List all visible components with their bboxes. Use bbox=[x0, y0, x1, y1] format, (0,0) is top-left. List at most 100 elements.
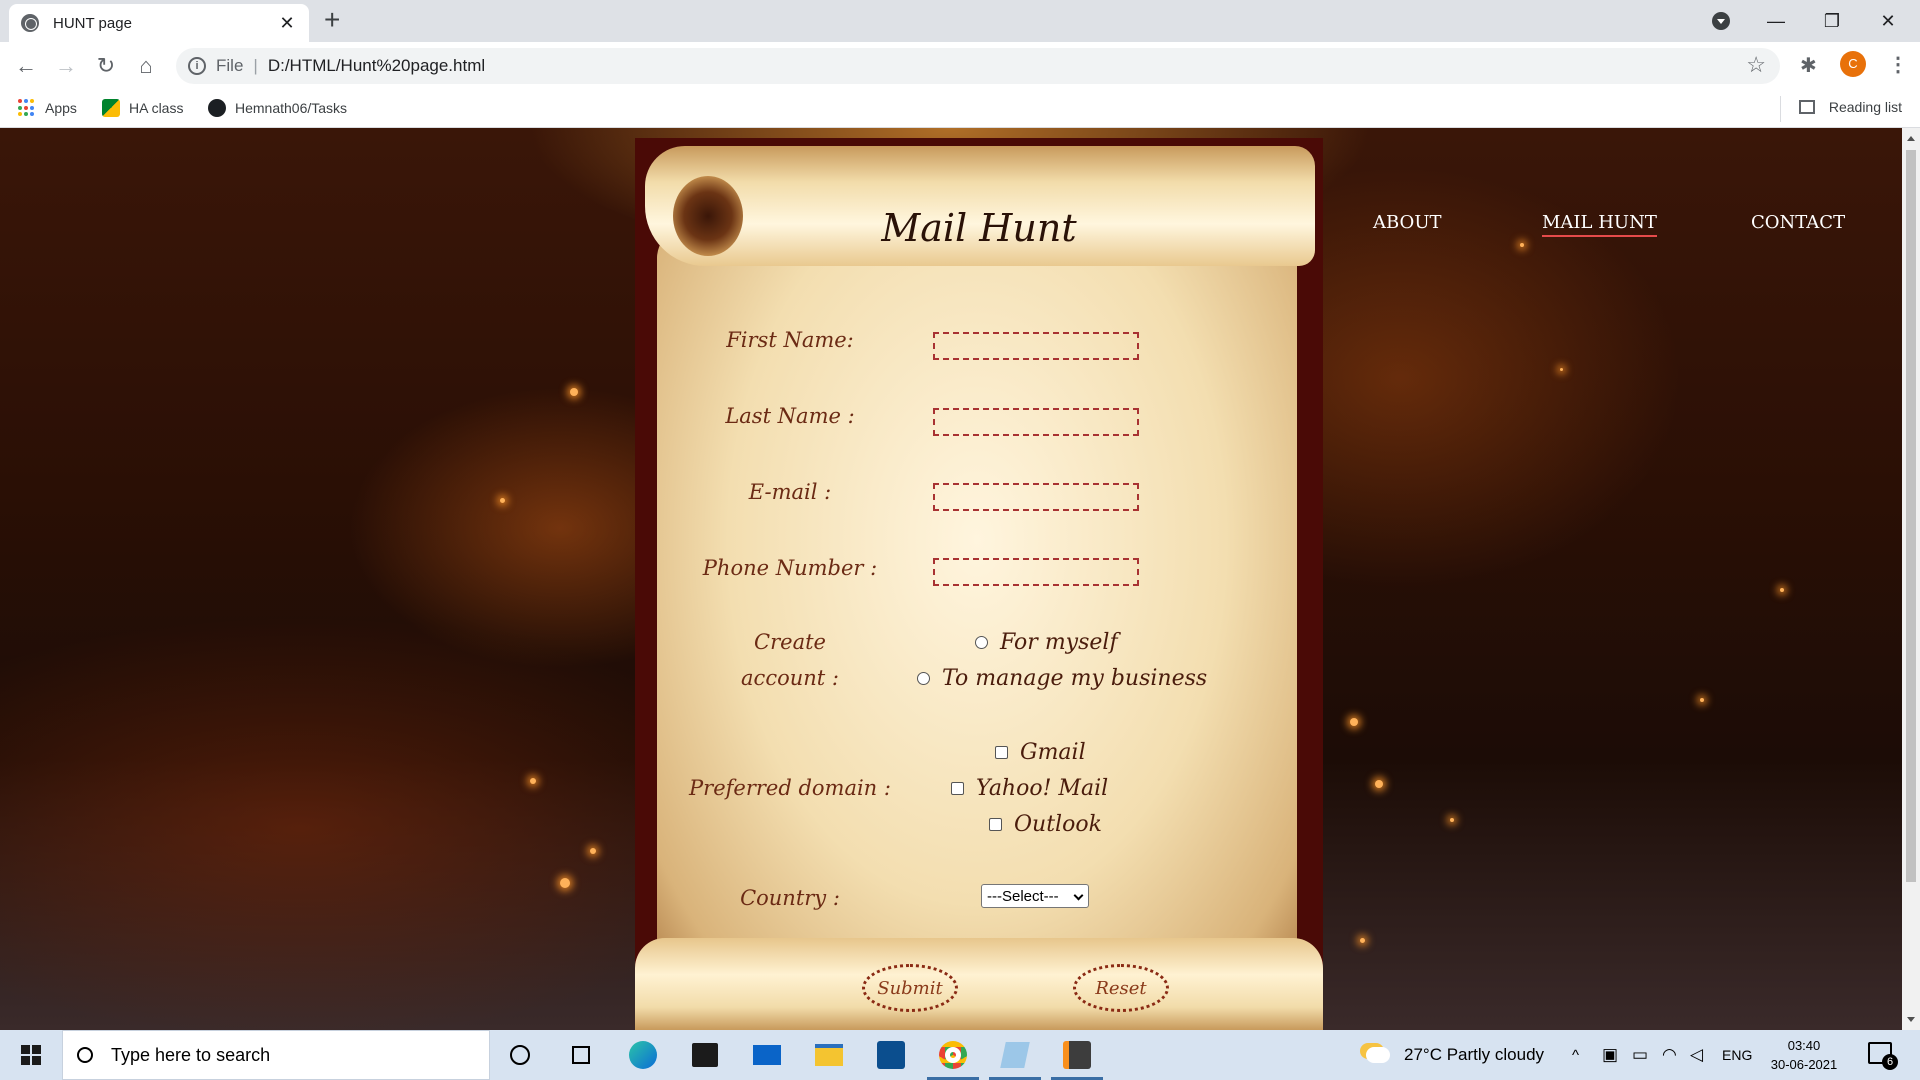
sublime-text-icon[interactable] bbox=[1051, 1038, 1103, 1080]
address-bar[interactable]: i File | D:/HTML/Hunt%20page.html ☆ bbox=[176, 48, 1780, 84]
country-label: Country : bbox=[740, 886, 840, 910]
domain-option-outlook[interactable]: Outlook bbox=[989, 812, 1102, 837]
account-option-business[interactable]: To manage my business bbox=[917, 666, 1207, 691]
nav-mail-hunt[interactable]: MAIL HUNT bbox=[1542, 212, 1657, 237]
notification-count: 6 bbox=[1882, 1054, 1898, 1070]
tab-title: HUNT page bbox=[53, 14, 132, 32]
bookmark-apps[interactable]: Apps bbox=[18, 99, 77, 117]
profile-avatar[interactable]: C bbox=[1840, 51, 1866, 77]
url-scheme: File bbox=[216, 56, 244, 75]
country-select[interactable]: ---Select--- bbox=[981, 884, 1089, 908]
bookmark-ha-class[interactable]: HA class bbox=[102, 99, 183, 117]
account-label-line1: Create bbox=[754, 630, 826, 654]
account-option-myself[interactable]: For myself bbox=[975, 630, 1118, 655]
bookmark-label: HA class bbox=[129, 100, 184, 116]
spark bbox=[1350, 718, 1358, 726]
spark bbox=[1520, 243, 1524, 247]
first-name-input[interactable] bbox=[933, 332, 1139, 360]
close-tab-icon[interactable]: ✕ bbox=[277, 13, 297, 34]
info-icon[interactable]: i bbox=[188, 57, 206, 75]
notepad-icon[interactable] bbox=[989, 1038, 1041, 1080]
restore-button[interactable]: ❐ bbox=[1804, 0, 1860, 42]
submit-button[interactable]: Submit bbox=[862, 964, 958, 1012]
extensions-icon[interactable]: ✱ bbox=[1800, 53, 1817, 78]
clock-time: 03:40 bbox=[1787, 1038, 1821, 1053]
mail-icon[interactable] bbox=[750, 1038, 784, 1072]
meet-now-icon[interactable]: ▣ bbox=[1602, 1030, 1618, 1080]
windows-taskbar: Type here to search 27°C Partly cloudy ^… bbox=[0, 1030, 1920, 1080]
reset-button[interactable]: Reset bbox=[1073, 964, 1169, 1012]
notification-center-icon[interactable]: 6 bbox=[1868, 1042, 1898, 1070]
tab-search-icon[interactable] bbox=[1712, 12, 1730, 30]
back-button[interactable]: ← bbox=[10, 50, 42, 82]
phone-input[interactable] bbox=[933, 558, 1139, 586]
last-name-input[interactable] bbox=[933, 408, 1139, 436]
spark bbox=[1560, 368, 1563, 371]
forward-button[interactable]: → bbox=[50, 50, 82, 82]
radio-button[interactable] bbox=[917, 672, 930, 685]
browser-menu-icon[interactable]: ⋮ bbox=[1888, 52, 1908, 77]
reload-button[interactable]: ↻ bbox=[90, 50, 122, 82]
wifi-icon[interactable]: ◠ bbox=[1662, 1030, 1677, 1080]
new-tab-button[interactable]: + bbox=[324, 6, 340, 34]
email-input[interactable] bbox=[933, 483, 1139, 511]
domain-option-yahoo[interactable]: Yahoo! Mail bbox=[951, 776, 1108, 801]
radio-button[interactable] bbox=[975, 636, 988, 649]
bookmark-github[interactable]: Hemnath06/Tasks bbox=[208, 99, 347, 117]
spark bbox=[1450, 818, 1454, 822]
dell-icon[interactable] bbox=[874, 1038, 908, 1072]
weather-widget[interactable]: 27°C Partly cloudy bbox=[1366, 1030, 1544, 1080]
language-indicator[interactable]: ENG bbox=[1722, 1030, 1752, 1080]
spark bbox=[1375, 780, 1383, 788]
checkbox[interactable] bbox=[951, 782, 964, 795]
minimize-button[interactable]: — bbox=[1748, 0, 1804, 42]
domain-label: Preferred domain : bbox=[689, 776, 891, 800]
spark bbox=[500, 498, 505, 503]
nav-about[interactable]: ABOUT bbox=[1373, 212, 1442, 233]
file-explorer-icon[interactable] bbox=[812, 1038, 846, 1072]
clock-date: 30-06-2021 bbox=[1770, 1057, 1838, 1072]
reading-list-label: Reading list bbox=[1828, 99, 1902, 115]
country-selected-value: ---Select--- bbox=[987, 887, 1059, 905]
domain-option-gmail[interactable]: Gmail bbox=[995, 740, 1086, 765]
bookmark-star-icon[interactable]: ☆ bbox=[1746, 52, 1766, 78]
scroll-down-arrow[interactable] bbox=[1907, 1017, 1915, 1022]
partly-cloudy-icon bbox=[1366, 1047, 1390, 1063]
browser-tab[interactable]: HUNT page ✕ bbox=[9, 4, 309, 42]
close-window-button[interactable]: ✕ bbox=[1860, 0, 1916, 42]
chrome-icon[interactable] bbox=[927, 1038, 979, 1080]
cortana-icon[interactable] bbox=[503, 1038, 537, 1072]
system-clock[interactable]: 03:40 30-06-2021 bbox=[1764, 1036, 1844, 1074]
first-name-label: First Name: bbox=[726, 328, 854, 352]
taskbar-search[interactable]: Type here to search bbox=[62, 1030, 490, 1080]
checkbox[interactable] bbox=[995, 746, 1008, 759]
scroll-up-arrow[interactable] bbox=[1907, 136, 1915, 141]
edge-icon[interactable] bbox=[626, 1038, 660, 1072]
scroll-bottom-roll bbox=[635, 938, 1323, 1030]
task-view-icon[interactable] bbox=[564, 1038, 598, 1072]
reading-list-icon bbox=[1798, 100, 1815, 114]
option-label: Gmail bbox=[1020, 740, 1086, 765]
meet-icon bbox=[102, 99, 120, 117]
show-hidden-icons[interactable]: ^ bbox=[1572, 1030, 1579, 1080]
nav-contact[interactable]: CONTACT bbox=[1751, 212, 1845, 233]
volume-icon[interactable]: ◁ bbox=[1690, 1030, 1703, 1080]
battery-icon[interactable]: ▭ bbox=[1632, 1030, 1648, 1080]
chevron-down-icon bbox=[1073, 890, 1084, 901]
web-page: Mail Hunt First Name: Last Name : E-mail… bbox=[0, 128, 1902, 1030]
bookmark-label: Hemnath06/Tasks bbox=[235, 100, 348, 116]
scrollbar-thumb[interactable] bbox=[1906, 150, 1916, 882]
windows-logo-icon bbox=[21, 1045, 41, 1065]
url-text[interactable]: D:/HTML/Hunt%20page.html bbox=[268, 56, 485, 76]
start-button[interactable] bbox=[0, 1030, 62, 1080]
spark bbox=[530, 778, 536, 784]
option-label: Outlook bbox=[1014, 812, 1102, 837]
reading-list-button[interactable]: Reading list bbox=[1798, 99, 1902, 115]
spark bbox=[1780, 588, 1784, 592]
option-label: To manage my business bbox=[942, 666, 1208, 691]
home-button[interactable]: ⌂ bbox=[130, 50, 162, 82]
store-icon[interactable] bbox=[688, 1038, 722, 1072]
page-scrollbar[interactable] bbox=[1902, 128, 1920, 1030]
option-label: Yahoo! Mail bbox=[976, 776, 1109, 801]
checkbox[interactable] bbox=[989, 818, 1002, 831]
